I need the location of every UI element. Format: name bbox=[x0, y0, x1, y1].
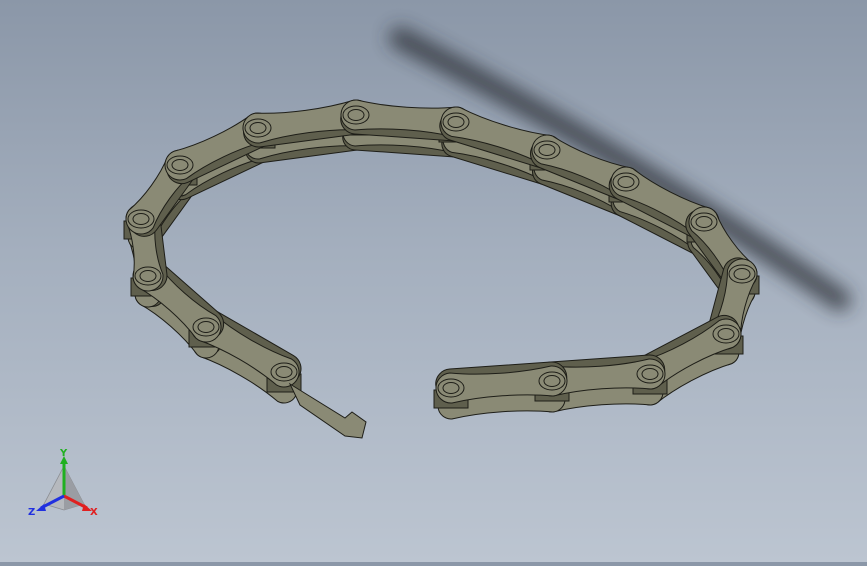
chain-pin-15[interactable] bbox=[437, 378, 465, 398]
chain-pin-2[interactable] bbox=[134, 266, 162, 286]
chain-links[interactable] bbox=[120, 98, 763, 439]
chain-pin-14[interactable] bbox=[538, 371, 566, 391]
chain-pin-11[interactable] bbox=[728, 264, 756, 284]
chain-pin-3[interactable] bbox=[127, 209, 155, 229]
chain-pin-1[interactable] bbox=[192, 317, 220, 337]
chain-pin-10[interactable] bbox=[690, 212, 718, 232]
chain-model[interactable] bbox=[0, 0, 867, 562]
chain-pin-5[interactable] bbox=[244, 118, 272, 138]
chain-pin-4[interactable] bbox=[166, 155, 194, 175]
chain-pin-13[interactable] bbox=[636, 364, 664, 384]
view-orientation-triad[interactable]: Y X Z bbox=[26, 448, 102, 522]
chain-hook-end[interactable] bbox=[288, 382, 367, 439]
y-axis-label: Y bbox=[59, 448, 68, 459]
z-axis-label: Z bbox=[28, 507, 35, 518]
chain-pin-6[interactable] bbox=[342, 105, 370, 125]
x-axis-label: X bbox=[90, 507, 98, 518]
chain-pin-8[interactable] bbox=[533, 140, 561, 160]
chain-pin-12[interactable] bbox=[712, 324, 740, 344]
graphics-viewport[interactable]: Y X Z bbox=[0, 0, 867, 562]
chain-pin-9[interactable] bbox=[612, 172, 640, 192]
chain-pin-7[interactable] bbox=[442, 112, 470, 132]
chain-pin-0[interactable] bbox=[270, 362, 298, 382]
